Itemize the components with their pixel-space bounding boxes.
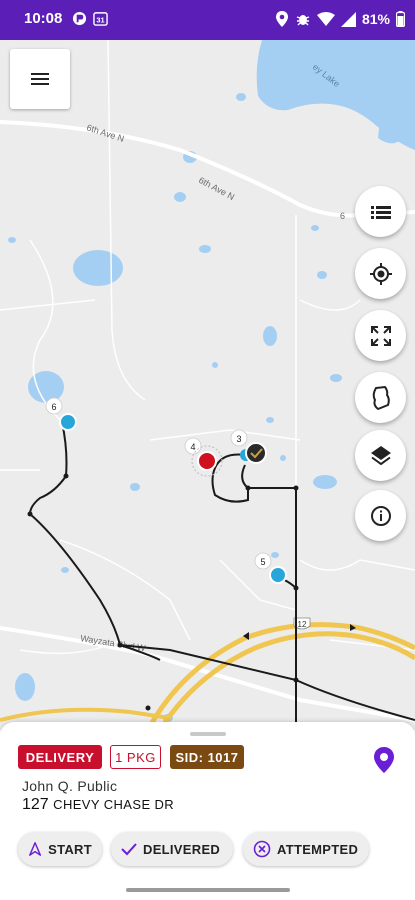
stop-number: 4 xyxy=(190,442,195,452)
map-view[interactable]: 6th Ave N 6th Ave N 6 Wayzata Blvd W ey … xyxy=(0,40,415,730)
boundary-icon xyxy=(372,385,390,410)
start-button[interactable]: START xyxy=(18,832,102,866)
battery-icon xyxy=(396,11,405,27)
status-right: 81% xyxy=(275,9,405,29)
road-labels: 6th Ave N 6th Ave N 6 Wayzata Blvd W ey … xyxy=(80,62,345,654)
sid-badge: SID: 1017 xyxy=(170,745,244,769)
street-name: CHEVY CHASE DR xyxy=(53,797,175,812)
locate-icon xyxy=(369,262,392,285)
attempted-button[interactable]: ATTEMPTED xyxy=(243,832,369,866)
stop-address: 127 CHEVY CHASE DR xyxy=(22,796,174,814)
highway-12 xyxy=(0,622,415,730)
house-number: 127 xyxy=(22,796,49,813)
start-label: START xyxy=(48,841,92,857)
cancel-circle-icon xyxy=(253,840,271,858)
stop-4-marker: 4 xyxy=(184,437,223,477)
attempted-label: ATTEMPTED xyxy=(277,841,359,857)
delivered-label: DELIVERED xyxy=(143,841,221,857)
stop-5-marker: 5 xyxy=(254,552,287,584)
route-lines xyxy=(28,421,415,730)
menu-button[interactable] xyxy=(10,49,70,109)
road-label-6th-ave-1: 6th Ave N xyxy=(85,122,125,144)
road-label-6th-ave-3: 6 xyxy=(340,211,345,221)
fullscreen-icon xyxy=(370,325,391,346)
fullscreen-button[interactable] xyxy=(355,310,406,361)
delivered-button[interactable]: DELIVERED xyxy=(111,832,233,866)
wifi-icon xyxy=(316,11,335,26)
navigation-arrow-icon xyxy=(29,842,42,856)
customer-name: John Q. Public xyxy=(22,778,118,794)
check-icon xyxy=(121,843,137,856)
calendar-day: 31 xyxy=(96,16,104,25)
bug-icon xyxy=(296,15,310,26)
road-label-6th-ave-2: 6th Ave N xyxy=(197,175,236,202)
location-icon xyxy=(275,11,288,27)
stop-6-marker: 6 xyxy=(45,397,77,431)
layers-icon xyxy=(370,445,391,465)
status-time: 10:08 xyxy=(24,10,63,27)
stop-number: 5 xyxy=(260,557,265,567)
package-count-badge: 1 PKG xyxy=(110,745,161,769)
map-pin-icon[interactable] xyxy=(373,746,395,774)
layers-button[interactable] xyxy=(355,430,406,481)
stop-detail-sheet[interactable]: DELIVERY 1 PKG SID: 1017 John Q. Public … xyxy=(0,722,415,900)
app-notification-icon xyxy=(72,11,87,26)
sheet-drag-handle[interactable] xyxy=(190,732,226,736)
list-icon xyxy=(370,205,391,219)
stop-number: 6 xyxy=(51,402,56,412)
info-icon xyxy=(370,505,391,526)
status-bar: 10:08 31 81% xyxy=(0,0,415,40)
gesture-home-bar xyxy=(126,888,290,892)
stop-list-button[interactable] xyxy=(355,186,406,237)
locate-button[interactable] xyxy=(355,248,406,299)
water-bodies xyxy=(8,40,415,722)
map-canvas: 6th Ave N 6th Ave N 6 Wayzata Blvd W ey … xyxy=(0,40,415,730)
stop-number: 3 xyxy=(236,434,241,444)
stop-markers: 6 4 3 5 xyxy=(45,397,287,584)
info-button[interactable] xyxy=(355,490,406,541)
calendar-icon: 31 xyxy=(93,12,108,26)
highway-number: 12 xyxy=(298,620,307,629)
delivery-type-badge: DELIVERY xyxy=(18,745,102,769)
boundary-button[interactable] xyxy=(355,372,406,423)
battery-percent: 81% xyxy=(361,11,390,27)
signal-icon xyxy=(340,11,356,27)
hamburger-icon xyxy=(31,73,49,85)
